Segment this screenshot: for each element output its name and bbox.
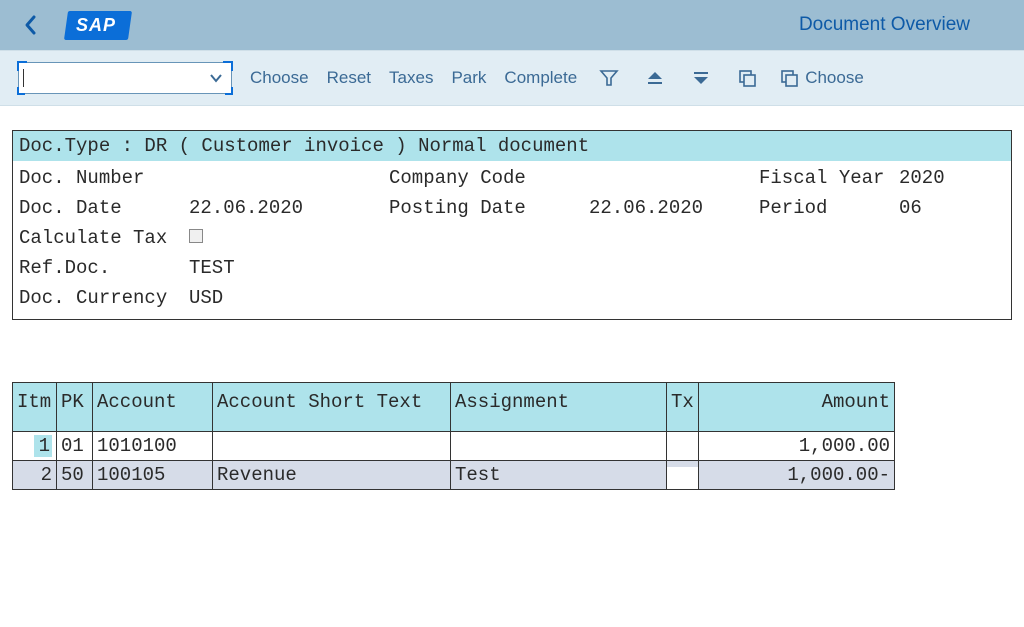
calc-tax-label: Calculate Tax [19, 227, 189, 249]
copy-icon [779, 68, 799, 88]
calculate-tax-checkbox[interactable] [189, 229, 203, 243]
col-short-text-header[interactable]: Account Short Text [213, 383, 450, 431]
currency-label: Doc. Currency [19, 287, 189, 309]
col-amount-header[interactable]: Amount [699, 383, 894, 431]
table-row[interactable]: 10110101001,000.00 [13, 432, 895, 461]
choose-button[interactable]: Choose [250, 68, 309, 88]
text-cursor [23, 69, 24, 87]
company-code-label: Company Code [389, 167, 589, 189]
chevron-left-icon [23, 14, 39, 36]
chevron-down-icon [209, 73, 223, 83]
toolbar-icon-group: Choose [595, 64, 864, 92]
line-items-table-wrap: Itm PK Account Account Short Text Assign… [12, 382, 1012, 490]
col-pk-header[interactable]: PK [57, 383, 92, 431]
reset-button[interactable]: Reset [327, 68, 371, 88]
document-info-grid: Doc. Number Company Code Fiscal Year 202… [13, 161, 1011, 319]
col-assignment-header[interactable]: Assignment [451, 383, 666, 431]
ref-doc-value: TEST [189, 257, 389, 279]
copy-icon[interactable] [733, 64, 761, 92]
app-header: SAP Document Overview [0, 0, 1024, 50]
fiscal-year-value: 2020 [899, 167, 1009, 189]
page-title: Document Overview [799, 14, 970, 36]
park-button[interactable]: Park [451, 68, 486, 88]
choose-layout-button[interactable]: Choose [779, 68, 864, 88]
complete-button[interactable]: Complete [504, 68, 577, 88]
col-account-header[interactable]: Account [93, 383, 212, 431]
posting-date-label: Posting Date [389, 197, 589, 219]
period-value: 06 [899, 197, 1009, 219]
line-items-table: Itm PK Account Account Short Text Assign… [12, 382, 895, 490]
taxes-button[interactable]: Taxes [389, 68, 433, 88]
doc-date-label: Doc. Date [19, 197, 189, 219]
content-area: Doc.Type : DR ( Customer invoice ) Norma… [0, 106, 1024, 490]
posting-date-value: 22.06.2020 [589, 197, 759, 219]
sort-ascending-icon[interactable] [641, 64, 669, 92]
command-dropdown[interactable] [18, 62, 232, 94]
ref-doc-label: Ref.Doc. [19, 257, 189, 279]
currency-value: USD [189, 287, 389, 309]
sort-descending-icon[interactable] [687, 64, 715, 92]
fiscal-year-label: Fiscal Year [759, 167, 899, 189]
table-header-row: Itm PK Account Account Short Text Assign… [13, 383, 895, 432]
back-button[interactable] [14, 8, 48, 42]
document-info-panel: Doc.Type : DR ( Customer invoice ) Norma… [12, 130, 1012, 320]
col-itm-header[interactable]: Itm [13, 383, 56, 431]
col-tx-header[interactable]: Tx [667, 383, 698, 431]
toolbar: Choose Reset Taxes Park Complete Choose [0, 50, 1024, 106]
table-row[interactable]: 250100105RevenueTest1,000.00- [13, 461, 895, 490]
doc-date-value: 22.06.2020 [189, 197, 389, 219]
period-label: Period [759, 197, 899, 219]
doc-type-line: Doc.Type : DR ( Customer invoice ) Norma… [13, 131, 1011, 161]
filter-icon[interactable] [595, 64, 623, 92]
calc-tax-value [189, 227, 389, 249]
sap-logo: SAP [64, 11, 132, 40]
doc-number-label: Doc. Number [19, 167, 189, 189]
table-body: 10110101001,000.00250100105RevenueTest1,… [13, 432, 895, 490]
